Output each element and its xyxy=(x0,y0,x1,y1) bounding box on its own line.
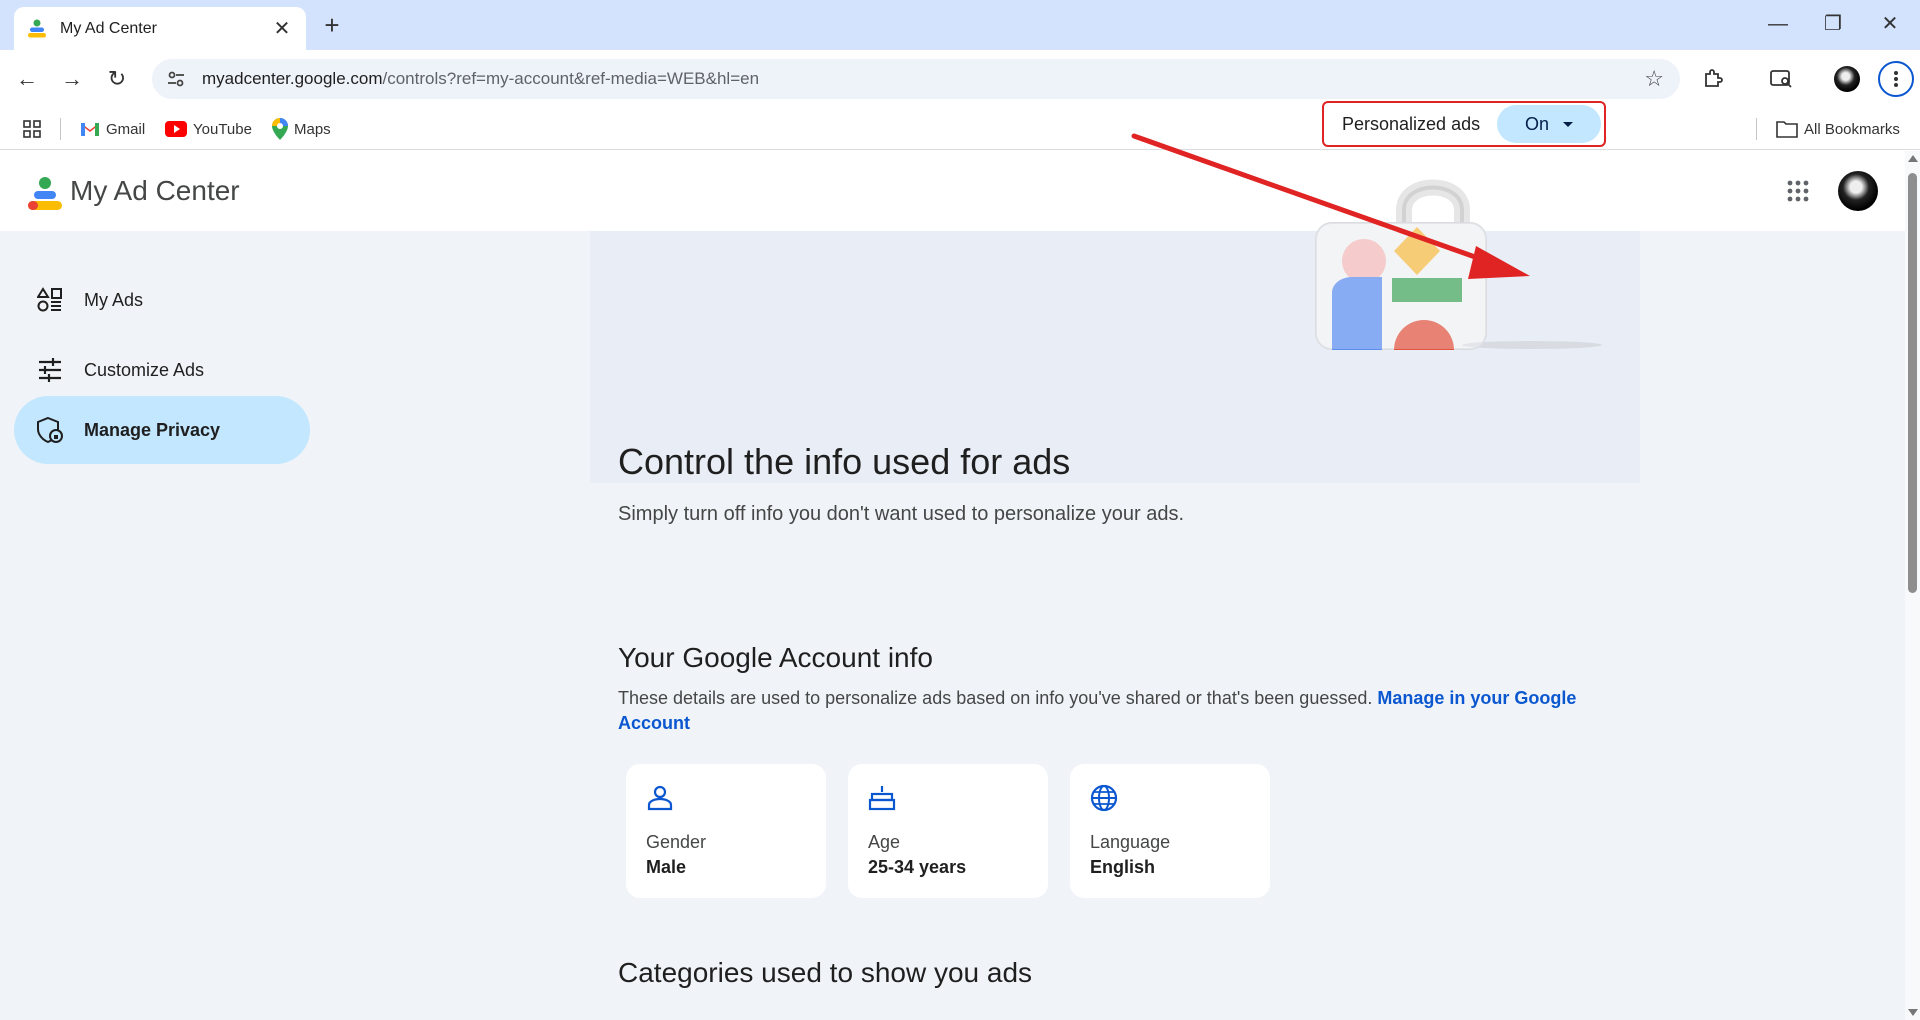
bookmarks-divider xyxy=(60,118,61,140)
gender-card[interactable]: Gender Male xyxy=(626,764,826,898)
app-title: My Ad Center xyxy=(70,175,240,207)
sidebar-item-label: Customize Ads xyxy=(84,360,204,381)
minimize-button[interactable]: — xyxy=(1758,10,1798,38)
all-bookmarks-folder[interactable]: All Bookmarks xyxy=(1776,116,1900,142)
privacy-shield-icon xyxy=(36,416,64,444)
profile-avatar[interactable] xyxy=(1832,64,1862,94)
bookmark-star-icon[interactable]: ☆ xyxy=(1644,67,1664,91)
globe-icon xyxy=(1090,784,1118,812)
apps-grid-icon[interactable] xyxy=(22,116,42,142)
shapes-icon xyxy=(36,286,64,314)
bookmark-label: Maps xyxy=(294,121,331,138)
card-value: Male xyxy=(646,857,686,878)
sidebar-item-my-ads[interactable]: My Ads xyxy=(14,266,310,334)
maps-pin-icon xyxy=(272,118,288,140)
bookmark-youtube[interactable]: YouTube xyxy=(165,116,252,142)
card-label: Language xyxy=(1090,832,1170,853)
personalized-ads-dropdown[interactable]: On xyxy=(1497,105,1601,143)
page-scrollbar[interactable] xyxy=(1905,151,1920,1020)
cake-icon xyxy=(868,784,896,812)
browser-toolbar: ← → ↻ myadcenter.google.com/controls?ref… xyxy=(0,50,1920,108)
card-value: English xyxy=(1090,857,1155,878)
bookmark-label: Gmail xyxy=(106,121,145,138)
youtube-icon xyxy=(165,121,187,137)
sidebar-item-label: My Ads xyxy=(84,290,143,311)
my-ad-center-logo xyxy=(26,175,64,213)
account-avatar[interactable] xyxy=(1838,171,1878,211)
padlock-illustration xyxy=(1312,165,1602,355)
caret-down-icon xyxy=(1563,122,1573,127)
bookmark-label: YouTube xyxy=(193,121,252,138)
google-apps-icon[interactable] xyxy=(1786,179,1810,203)
sidebar-item-label: Manage Privacy xyxy=(84,420,220,441)
restore-button[interactable]: ❐ xyxy=(1813,10,1853,38)
folder-icon xyxy=(1776,120,1798,138)
my-ad-center-favicon xyxy=(26,18,48,40)
sidebar-item-manage-privacy[interactable]: Manage Privacy xyxy=(14,396,310,464)
scroll-up-arrow[interactable] xyxy=(1908,155,1918,162)
all-bookmarks-label: All Bookmarks xyxy=(1804,121,1900,138)
categories-title: Categories used to show you ads xyxy=(618,957,1032,989)
browser-tab[interactable]: My Ad Center ✕ xyxy=(14,7,306,50)
scroll-thumb[interactable] xyxy=(1908,173,1917,593)
tab-search-icon[interactable] xyxy=(1766,64,1796,94)
site-settings-icon[interactable] xyxy=(156,59,196,99)
card-label: Age xyxy=(868,832,900,853)
account-info-desc-text: These details are used to personalize ad… xyxy=(618,688,1372,708)
close-window-button[interactable]: ✕ xyxy=(1870,10,1910,38)
person-icon xyxy=(646,784,674,812)
tune-icon xyxy=(36,356,64,384)
address-bar[interactable]: myadcenter.google.com/controls?ref=my-ac… xyxy=(152,59,1680,99)
bookmark-maps[interactable]: Maps xyxy=(272,116,331,142)
url-text: myadcenter.google.com/controls?ref=my-ac… xyxy=(202,69,759,89)
bookmarks-bar: Gmail YouTube Maps All Bookmarks xyxy=(0,108,1920,150)
card-label: Gender xyxy=(646,832,706,853)
hero-title: Control the info used for ads xyxy=(618,441,1070,483)
new-tab-button[interactable]: + xyxy=(318,12,346,40)
age-card[interactable]: Age 25-34 years xyxy=(848,764,1048,898)
sidebar-item-customize-ads[interactable]: Customize Ads xyxy=(14,336,310,404)
tab-title: My Ad Center xyxy=(60,20,270,38)
personalized-ads-value: On xyxy=(1525,114,1549,135)
browser-tab-strip: My Ad Center ✕ + — ❐ ✕ xyxy=(0,0,1920,50)
app-header: My Ad Center xyxy=(0,151,1905,231)
account-info-desc: These details are used to personalize ad… xyxy=(618,686,1578,736)
extensions-icon[interactable] xyxy=(1698,64,1728,94)
browser-menu-icon[interactable] xyxy=(1878,61,1914,97)
gmail-icon xyxy=(80,121,100,137)
bookmark-gmail[interactable]: Gmail xyxy=(80,116,145,142)
hero-subtitle: Simply turn off info you don't want used… xyxy=(618,503,1184,526)
close-tab-icon[interactable]: ✕ xyxy=(270,16,294,41)
account-info-title: Your Google Account info xyxy=(618,642,933,674)
reload-button[interactable]: ↻ xyxy=(102,64,132,94)
back-button[interactable]: ← xyxy=(12,64,42,94)
language-card[interactable]: Language English xyxy=(1070,764,1270,898)
bookmarks-divider xyxy=(1756,118,1757,140)
card-value: 25-34 years xyxy=(868,857,966,878)
personalized-ads-label: Personalized ads xyxy=(1342,114,1480,135)
scroll-down-arrow[interactable] xyxy=(1908,1009,1918,1016)
forward-button[interactable]: → xyxy=(57,64,87,94)
